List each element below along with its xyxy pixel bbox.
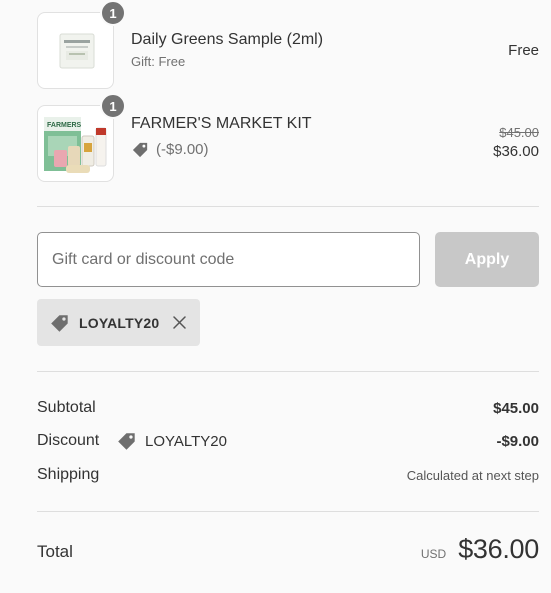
quantity-badge: 1 bbox=[100, 0, 126, 26]
discount-code-input[interactable] bbox=[37, 232, 420, 287]
product-thumbnail: FARMERS 1 bbox=[37, 93, 126, 182]
shipping-label: Shipping bbox=[37, 466, 100, 483]
tag-icon bbox=[49, 312, 71, 334]
divider bbox=[37, 371, 539, 372]
quantity-badge: 1 bbox=[100, 93, 126, 119]
subtotal-label: Subtotal bbox=[37, 399, 96, 416]
item-discount: (-$9.00) bbox=[131, 140, 209, 159]
applied-discount-chip: LOYALTY20 bbox=[37, 299, 201, 346]
discount-label: Discount bbox=[37, 432, 100, 449]
subtotal-value: $45.00 bbox=[493, 400, 539, 417]
kit-image: FARMERS bbox=[42, 110, 109, 177]
line-price: Free bbox=[508, 42, 539, 59]
line-item: 1 Daily Greens Sample (2ml) Gift: Free F… bbox=[37, 0, 539, 89]
discount-value: -$9.00 bbox=[496, 433, 539, 450]
total-label: Total bbox=[37, 542, 73, 561]
discounted-price: $36.00 bbox=[493, 143, 539, 160]
gift-label: Gift: Free bbox=[131, 54, 186, 69]
order-summary: 1 Daily Greens Sample (2ml) Gift: Free F… bbox=[0, 0, 551, 593]
kit-box-label: FARMERS bbox=[47, 122, 82, 129]
sample-packet-image bbox=[42, 17, 109, 84]
shipping-value: Calculated at next step bbox=[406, 468, 539, 483]
item-discount-amount: (-$9.00) bbox=[156, 141, 209, 158]
total-value: $36.00 bbox=[458, 534, 539, 564]
summary-code-label: LOYALTY20 bbox=[145, 432, 227, 450]
tag-icon bbox=[116, 430, 138, 452]
tag-icon bbox=[131, 140, 150, 159]
summary-discount-code: LOYALTY20 bbox=[116, 430, 227, 452]
currency-code: USD bbox=[420, 547, 447, 561]
line-item: FARMERS 1 FARMER'S MARKET KIT (-$9.00) $… bbox=[37, 93, 539, 182]
original-price: $45.00 bbox=[499, 125, 539, 140]
product-title: FARMER'S MARKET KIT bbox=[131, 115, 312, 132]
line-price: $45.00 $36.00 bbox=[493, 125, 539, 160]
divider bbox=[37, 511, 539, 512]
applied-code-label: LOYALTY20 bbox=[79, 314, 160, 331]
total-amount: USD $36.00 bbox=[421, 534, 539, 565]
product-thumbnail: 1 bbox=[37, 0, 126, 89]
divider bbox=[37, 206, 539, 207]
product-title: Daily Greens Sample (2ml) bbox=[131, 31, 324, 48]
apply-button[interactable]: Apply bbox=[435, 232, 539, 287]
close-icon[interactable] bbox=[173, 316, 187, 329]
